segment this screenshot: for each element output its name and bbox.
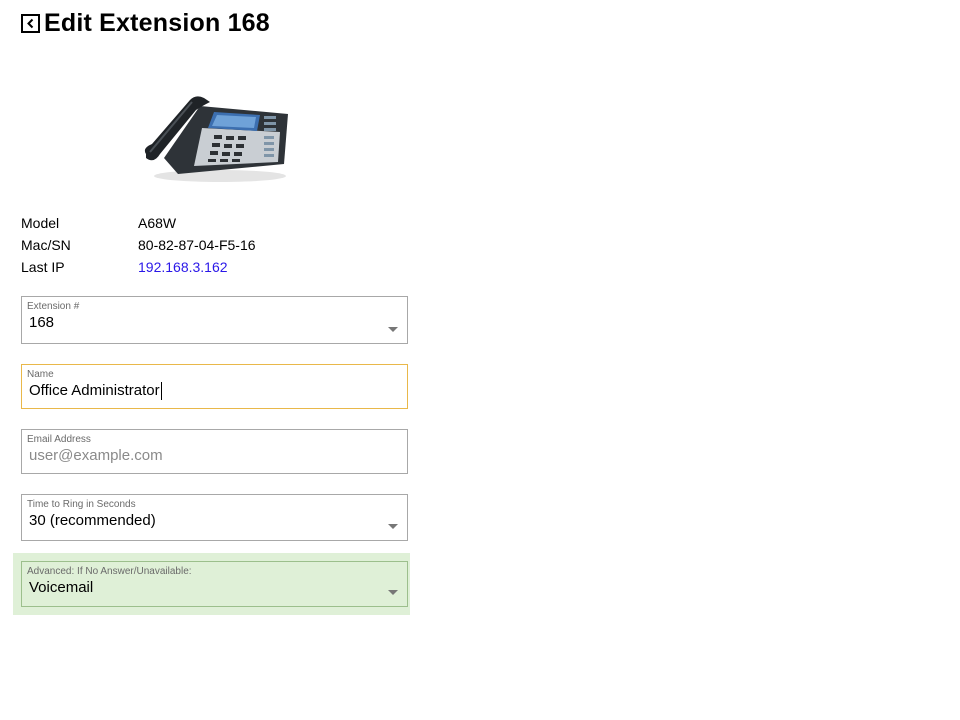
no-answer-value: Voicemail (29, 579, 94, 596)
last-ip-row: Last IP 192.168.3.162 (21, 256, 256, 278)
name-input-wrap: Office Administrator (29, 381, 402, 401)
name-input[interactable]: Office Administrator (29, 382, 160, 399)
extension-select[interactable]: Extension # 168 (21, 296, 408, 344)
model-row: Model A68W (21, 212, 256, 234)
model-value: A68W (138, 215, 177, 231)
email-input[interactable]: user@example.com (29, 446, 402, 466)
caret-down-icon (388, 524, 398, 529)
page-title: Edit Extension 168 (44, 8, 270, 37)
ring-time-select[interactable]: Time to Ring in Seconds 30 (recommended) (21, 494, 408, 541)
desk-phone-image (144, 96, 288, 182)
no-answer-select[interactable]: Advanced: If No Answer/Unavailable: Voic… (21, 561, 408, 607)
ring-time-label: Time to Ring in Seconds (27, 499, 136, 510)
extension-label: Extension # (27, 301, 80, 312)
page-header: Edit Extension 168 (21, 8, 270, 38)
mac-label: Mac/SN (21, 237, 71, 253)
mac-row: Mac/SN 80-82-87-04-F5-16 (21, 234, 256, 256)
last-ip-link[interactable]: 192.168.3.162 (138, 259, 228, 275)
last-ip-label: Last IP (21, 259, 65, 275)
caret-down-icon (388, 590, 398, 595)
email-label: Email Address (27, 434, 91, 445)
device-info: Model A68W Mac/SN 80-82-87-04-F5-16 Last… (21, 212, 256, 278)
no-answer-label: Advanced: If No Answer/Unavailable: (27, 566, 192, 577)
name-field[interactable]: Name Office Administrator (21, 364, 408, 409)
chevron-left-icon (27, 18, 34, 28)
text-cursor (160, 382, 162, 401)
back-button[interactable] (21, 13, 40, 33)
ring-time-value: 30 (recommended) (29, 512, 156, 529)
mac-value: 80-82-87-04-F5-16 (138, 237, 256, 253)
caret-down-icon (388, 327, 398, 332)
name-label: Name (27, 369, 54, 380)
extension-value: 168 (29, 314, 55, 331)
model-label: Model (21, 215, 60, 231)
email-field[interactable]: Email Address user@example.com (21, 429, 408, 474)
